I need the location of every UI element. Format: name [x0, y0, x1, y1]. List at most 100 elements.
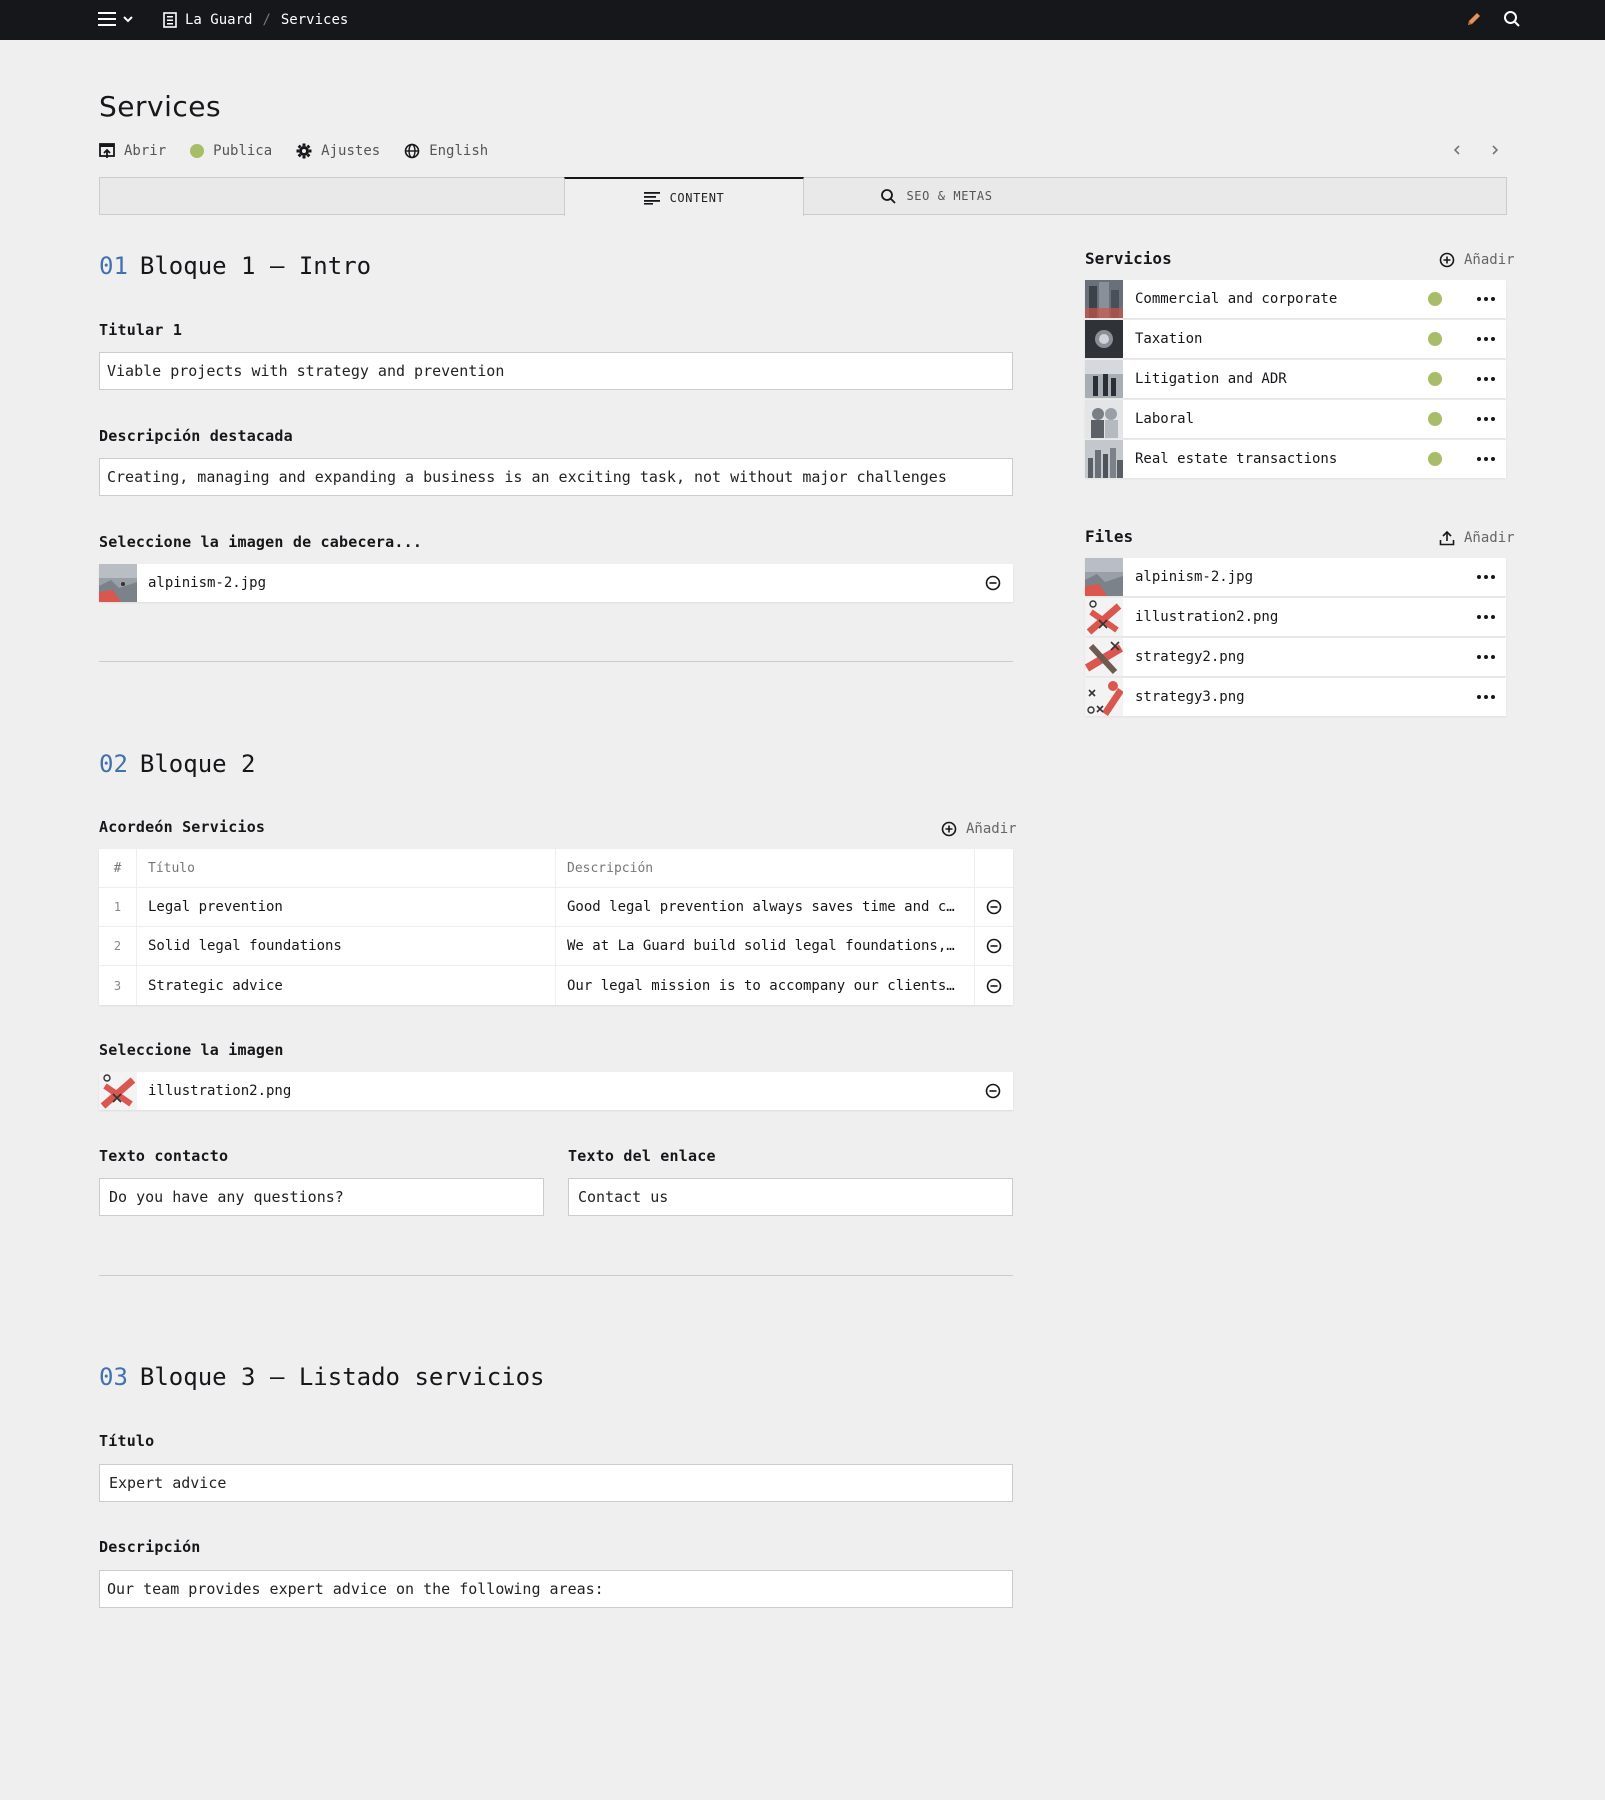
row-index: 1 [99, 888, 137, 926]
field-label-description: Descripción [99, 1538, 201, 1556]
row-description-text: Our legal mission is to accompany our cl… [567, 977, 963, 994]
tab-seo[interactable]: SEO & METAS [805, 177, 1068, 215]
remove-icon [986, 899, 1002, 915]
status-published-icon [1428, 372, 1442, 386]
file-name: illustration2.png [148, 1083, 292, 1099]
more-options-icon[interactable] [1466, 655, 1506, 659]
list-item[interactable]: alpinism-2.jpg [1085, 558, 1506, 596]
service-thumbnail [1085, 320, 1123, 358]
row-description[interactable]: We at La Guard build solid legal foundat… [556, 927, 975, 965]
upload-file-button[interactable]: Añadir [1439, 530, 1515, 546]
column-header-actions [975, 849, 1013, 887]
chevron-left-icon[interactable] [1450, 143, 1464, 157]
language-button[interactable]: English [404, 143, 488, 159]
contact-text-field[interactable]: Do you have any questions? [99, 1178, 544, 1216]
table-row[interactable]: 1 Legal prevention Good legal prevention… [99, 888, 1013, 927]
description-field[interactable]: Our team provides expert advice on the f… [99, 1570, 1013, 1608]
column-header-index: # [99, 849, 137, 887]
remove-icon[interactable] [973, 1083, 1013, 1099]
more-options-icon[interactable] [1466, 575, 1506, 579]
row-description[interactable]: Good legal prevention always saves time … [556, 888, 975, 926]
row-title[interactable]: Solid legal foundations [137, 927, 556, 965]
hamburger-icon[interactable] [98, 11, 116, 27]
remove-row-button[interactable] [975, 927, 1013, 965]
title-field[interactable]: Expert advice [99, 1464, 1013, 1502]
breadcrumb: La Guard / Services [163, 0, 348, 40]
featured-description-field[interactable]: Creating, managing and expanding a busin… [99, 458, 1013, 496]
status-label: Publica [213, 143, 273, 159]
status-published-icon [1428, 412, 1442, 426]
open-button[interactable]: Abrir [99, 143, 166, 159]
add-label: Añadir [1464, 252, 1515, 268]
more-options-icon[interactable] [1466, 297, 1506, 301]
more-options-icon[interactable] [1466, 695, 1506, 699]
more-options-icon[interactable] [1466, 337, 1506, 341]
remove-icon [986, 938, 1002, 954]
more-options-icon[interactable] [1466, 615, 1506, 619]
link-text-field[interactable]: Contact us [568, 1178, 1013, 1216]
tab-content[interactable]: CONTENT [564, 177, 804, 216]
remove-row-button[interactable] [975, 888, 1013, 926]
breadcrumb-site-label: La Guard [185, 12, 253, 28]
search-icon[interactable] [1503, 10, 1521, 28]
more-options-icon[interactable] [1466, 377, 1506, 381]
service-name: Taxation [1135, 331, 1203, 347]
breadcrumb-separator: / [262, 12, 271, 28]
table-row[interactable]: 3 Strategic advice Our legal mission is … [99, 966, 1013, 1005]
service-name: Litigation and ADR [1135, 371, 1287, 387]
add-label: Añadir [1464, 530, 1515, 546]
status-published-icon [1428, 452, 1442, 466]
add-accordion-item-button[interactable]: Añadir [941, 821, 1017, 837]
remove-row-button[interactable] [975, 966, 1013, 1005]
menu-toggle[interactable] [98, 11, 134, 27]
divider [99, 661, 1013, 662]
image-thumbnail [99, 564, 137, 602]
gear-icon [296, 143, 312, 159]
status-button[interactable]: Publica [190, 143, 272, 159]
breadcrumb-page[interactable]: Services [281, 12, 348, 28]
list-item[interactable]: Real estate transactions [1085, 440, 1506, 478]
status-published-icon [1428, 332, 1442, 346]
list-item[interactable]: illustration2.png [1085, 598, 1506, 636]
section-number: 03 [99, 1363, 128, 1391]
globe-icon [404, 143, 420, 159]
row-title[interactable]: Strategic advice [137, 966, 556, 1005]
search-icon [880, 188, 897, 204]
list-item[interactable]: strategy3.png [1085, 678, 1506, 716]
list-item[interactable]: strategy2.png [1084, 638, 1506, 676]
breadcrumb-site[interactable]: La Guard [163, 12, 252, 28]
list-item[interactable]: Commercial and corporate [1085, 280, 1506, 318]
row-title[interactable]: Legal prevention [137, 888, 556, 926]
chevron-right-icon[interactable] [1488, 143, 1502, 157]
list-item[interactable]: Taxation [1085, 320, 1506, 358]
table-header-row: # Título Descripción [99, 849, 1013, 888]
header-image-file[interactable]: alpinism-2.jpg [99, 564, 1013, 602]
service-thumbnail [1085, 360, 1123, 398]
table-row[interactable]: 2 Solid legal foundations We at La Guard… [99, 927, 1013, 966]
service-name: Real estate transactions [1135, 451, 1338, 467]
add-service-button[interactable]: Añadir [1439, 252, 1515, 268]
list-item[interactable]: Laboral [1085, 400, 1506, 438]
remove-icon[interactable] [973, 575, 1013, 591]
settings-button[interactable]: Ajustes [296, 143, 380, 159]
field-label-description: Descripción destacada [99, 427, 293, 445]
section-heading-block-2: 02 Bloque 2 [99, 750, 256, 778]
field-label-link-text: Texto del enlace [568, 1147, 716, 1165]
more-options-icon[interactable] [1466, 417, 1506, 421]
image-file[interactable]: illustration2.png [99, 1072, 1013, 1110]
list-item[interactable]: Litigation and ADR [1085, 360, 1506, 398]
more-options-icon[interactable] [1466, 457, 1506, 461]
add-label: Añadir [966, 821, 1017, 837]
service-name: Laboral [1135, 411, 1195, 427]
open-label: Abrir [124, 143, 167, 159]
section-number: 01 [99, 252, 128, 280]
file-name: strategy3.png [1135, 689, 1245, 705]
pencil-icon[interactable] [1465, 10, 1483, 28]
file-thumbnail [1085, 558, 1123, 596]
row-description[interactable]: Our legal mission is to accompany our cl… [556, 966, 975, 1005]
chevron-down-icon[interactable] [122, 13, 134, 25]
headline-field[interactable]: Viable projects with strategy and preven… [99, 352, 1013, 390]
upload-icon [1439, 530, 1455, 546]
file-name: alpinism-2.jpg [1135, 569, 1254, 585]
tab-content-label: CONTENT [669, 190, 725, 205]
